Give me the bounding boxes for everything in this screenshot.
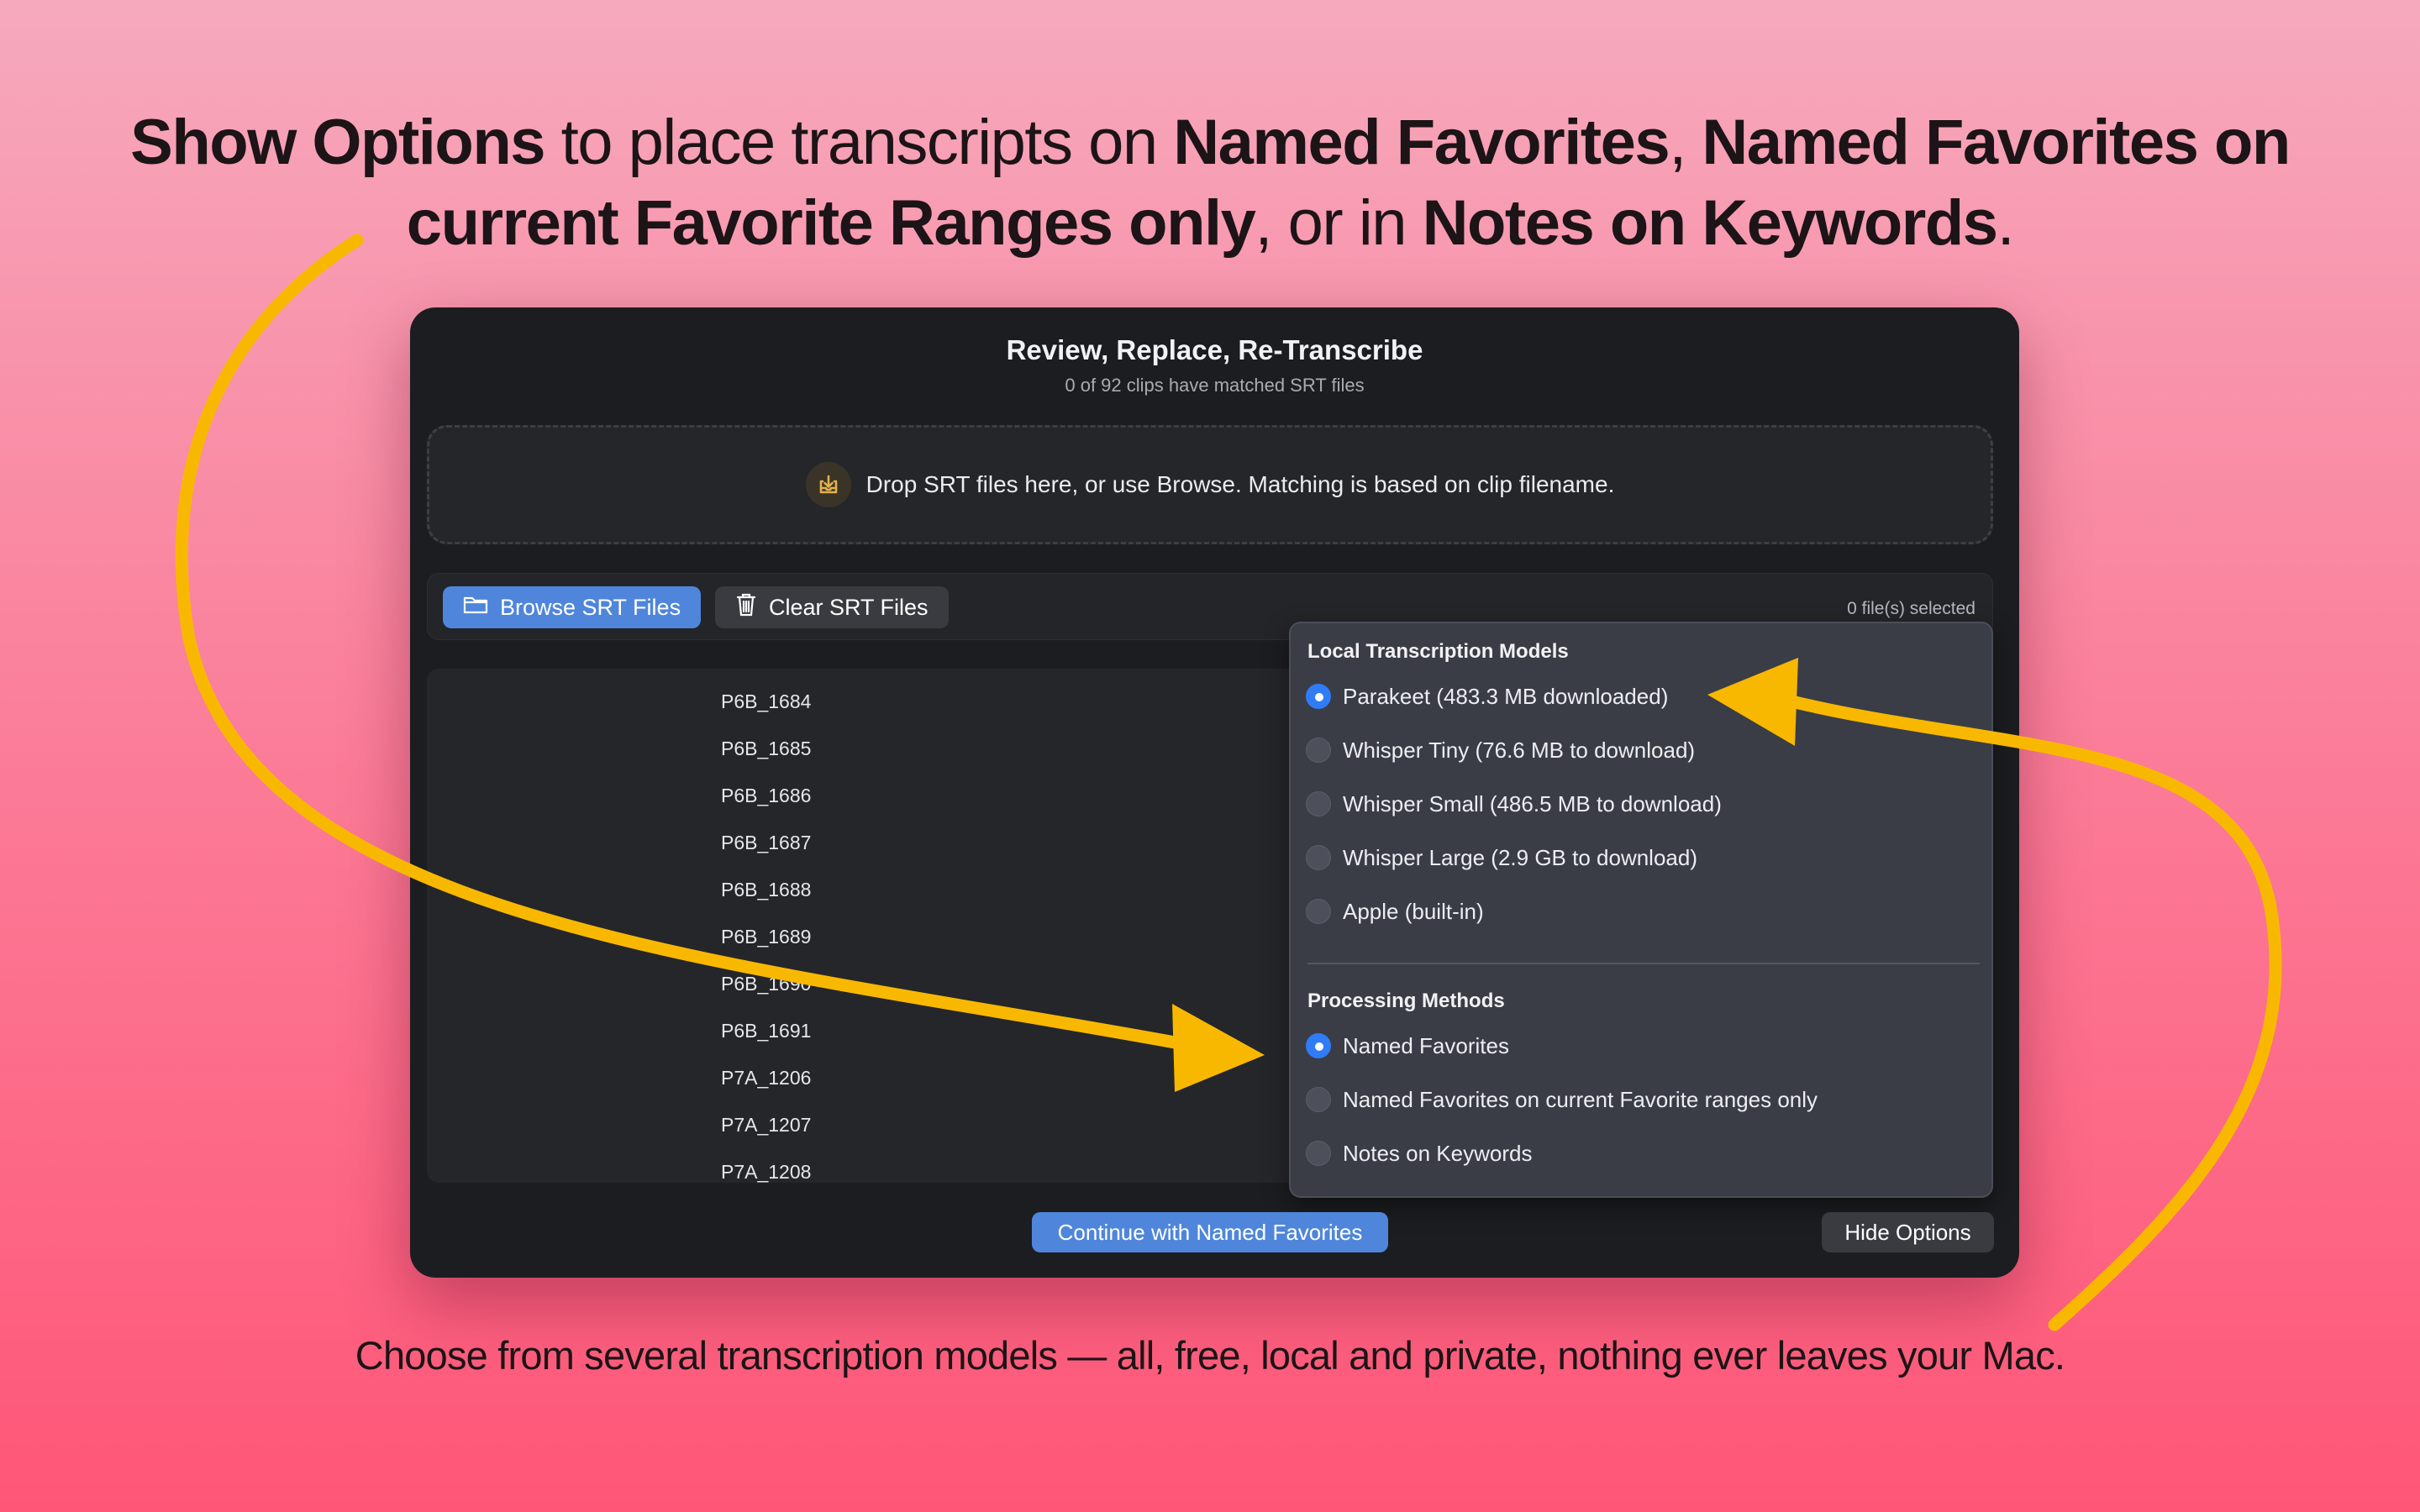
- list-item[interactable]: P6B_1690: [721, 973, 811, 995]
- radio-unselected[interactable]: [1306, 791, 1331, 816]
- radio-unselected[interactable]: [1306, 1141, 1331, 1166]
- headline-show-options: Show Options: [130, 107, 545, 178]
- headline-named-favorites: Named Favorites: [1173, 107, 1670, 178]
- model-option-label: Whisper Tiny (76.6 MB to download): [1343, 737, 1696, 763]
- method-option-label: Notes on Keywords: [1343, 1140, 1533, 1166]
- app-window: Review, Replace, Re-Transcribe 0 of 92 c…: [410, 307, 2019, 1278]
- models-heading: Local Transcription Models: [1307, 640, 1569, 663]
- model-option-label: Apple (built-in): [1343, 898, 1484, 924]
- headline-text: .: [1996, 187, 2015, 259]
- list-item[interactable]: P6B_1691: [721, 1020, 811, 1042]
- radio-selected[interactable]: [1306, 1033, 1331, 1058]
- model-option-apple[interactable]: Apple (built-in): [1306, 895, 1484, 928]
- methods-heading: Processing Methods: [1307, 990, 1505, 1012]
- list-item[interactable]: P6B_1685: [721, 738, 811, 760]
- list-item[interactable]: P7A_1208: [721, 1161, 811, 1183]
- dropzone-text: Drop SRT files here, or use Browse. Matc…: [865, 471, 1615, 497]
- method-option-named-favorites[interactable]: Named Favorites: [1306, 1029, 1509, 1063]
- download-tray-icon: [805, 462, 851, 507]
- headline: Show Options to place transcripts on Nam…: [101, 102, 2319, 264]
- method-option-notes-on-keywords[interactable]: Notes on Keywords: [1306, 1137, 1532, 1170]
- files-selected-count: 0 file(s) selected: [1847, 599, 1975, 618]
- trash-icon: [735, 592, 757, 623]
- window-subtitle: 0 of 92 clips have matched SRT files: [1065, 375, 1365, 396]
- model-option-label: Whisper Small (486.5 MB to download): [1343, 790, 1722, 816]
- footer-caption: Choose from several transcription models…: [355, 1333, 2065, 1378]
- model-option-whisper-tiny[interactable]: Whisper Tiny (76.6 MB to download): [1306, 733, 1695, 767]
- model-option-label: Whisper Large (2.9 GB to download): [1343, 844, 1697, 870]
- window-title: Review, Replace, Re-Transcribe: [1006, 334, 1423, 365]
- headline-text: ,: [1669, 107, 1702, 178]
- method-option-label: Named Favorites on current Favorite rang…: [1343, 1086, 1818, 1112]
- method-option-named-favorites-ranges[interactable]: Named Favorites on current Favorite rang…: [1306, 1083, 1818, 1116]
- list-item[interactable]: P6B_1684: [721, 690, 811, 713]
- model-option-parakeet[interactable]: Parakeet (483.3 MB downloaded): [1306, 680, 1668, 713]
- list-item[interactable]: P6B_1686: [721, 785, 811, 807]
- list-item[interactable]: P6B_1688: [721, 879, 811, 901]
- model-option-whisper-large[interactable]: Whisper Large (2.9 GB to download): [1306, 841, 1697, 874]
- options-divider: [1307, 963, 1980, 964]
- radio-unselected[interactable]: [1306, 1087, 1331, 1112]
- headline-text: , or in: [1255, 187, 1423, 259]
- folder-icon: [463, 595, 488, 621]
- srt-dropzone[interactable]: Drop SRT files here, or use Browse. Matc…: [427, 425, 1993, 544]
- model-option-whisper-small[interactable]: Whisper Small (486.5 MB to download): [1306, 787, 1722, 821]
- radio-unselected[interactable]: [1306, 845, 1331, 870]
- list-item[interactable]: P7A_1207: [721, 1114, 811, 1137]
- radio-unselected[interactable]: [1306, 738, 1331, 763]
- options-popover: Local Transcription Models Parakeet (483…: [1289, 622, 1993, 1198]
- browse-srt-button[interactable]: Browse SRT Files: [443, 586, 702, 628]
- radio-selected[interactable]: [1306, 684, 1331, 709]
- list-item[interactable]: P7A_1206: [721, 1067, 811, 1089]
- headline-notes-on-keywords: Notes on Keywords: [1422, 187, 1998, 259]
- continue-button[interactable]: Continue with Named Favorites: [1032, 1212, 1388, 1252]
- clear-srt-label: Clear SRT Files: [769, 594, 929, 620]
- clear-srt-button[interactable]: Clear SRT Files: [715, 586, 949, 628]
- clip-list[interactable]: P6B_1684 P6B_1685 P6B_1686 P6B_1687 P6B_…: [427, 669, 1326, 1183]
- method-option-label: Named Favorites: [1343, 1032, 1509, 1058]
- hide-options-button[interactable]: Hide Options: [1822, 1212, 1994, 1252]
- list-item[interactable]: P6B_1687: [721, 832, 811, 854]
- list-item[interactable]: P6B_1689: [721, 926, 811, 948]
- radio-unselected[interactable]: [1306, 899, 1331, 924]
- headline-text: to place transcripts on: [544, 107, 1174, 178]
- model-option-label: Parakeet (483.3 MB downloaded): [1343, 683, 1669, 709]
- browse-srt-label: Browse SRT Files: [500, 594, 681, 620]
